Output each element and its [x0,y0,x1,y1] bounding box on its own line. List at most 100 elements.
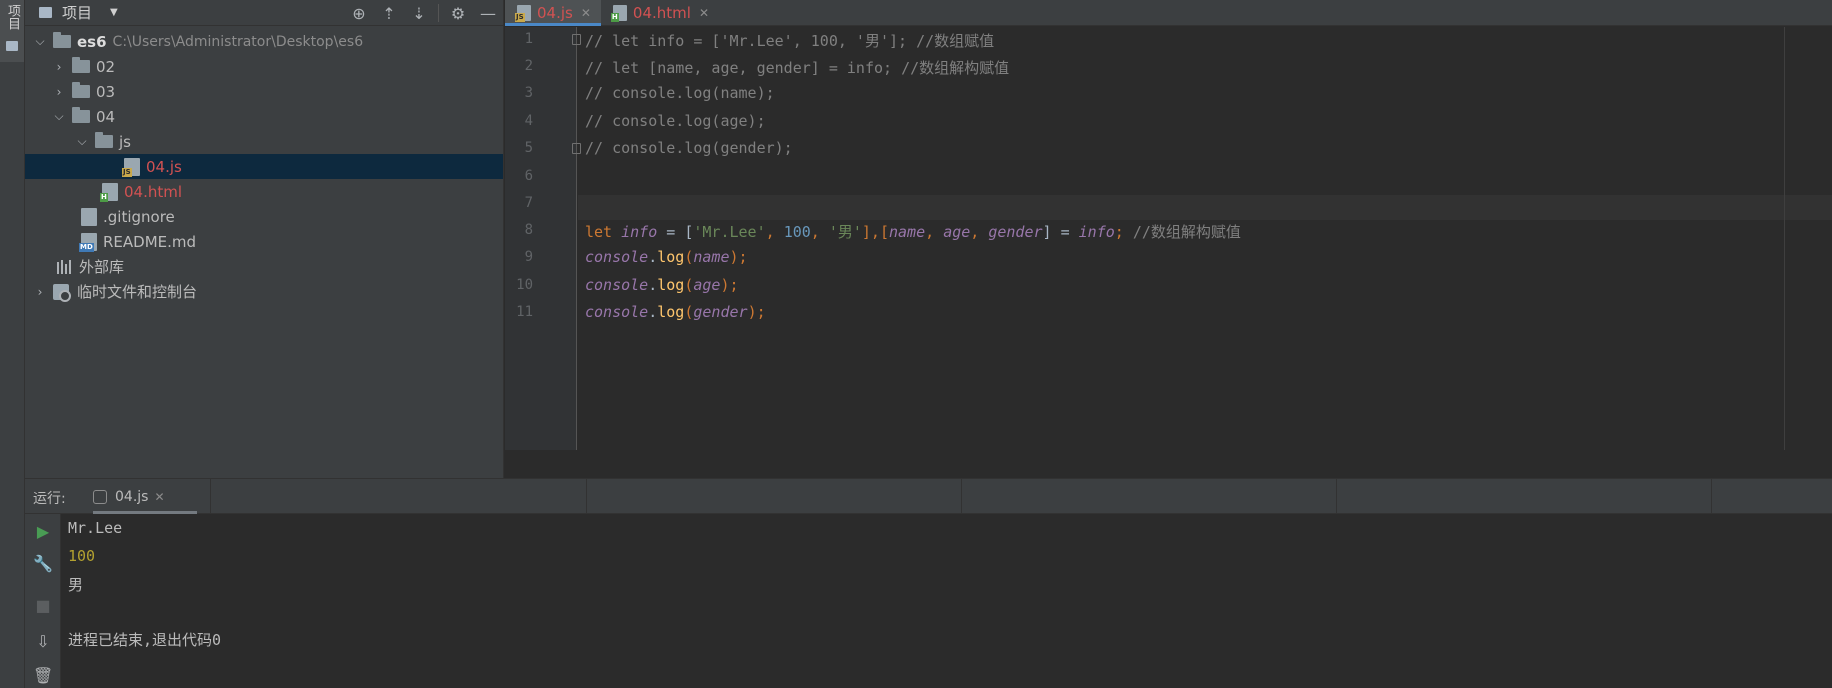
editor-tab-04-js[interactable]: JS 04.js ✕ [505,0,601,26]
js-file-icon: JS [515,5,531,22]
token-variable: age [693,276,721,294]
token-variable: gender [988,223,1043,241]
tree-node-label: js [119,132,131,151]
token-variable: name [693,248,730,266]
tree-node-04-js[interactable]: JS 04.js [25,154,503,179]
fold-marker-icon[interactable] [572,34,581,45]
js-file-icon: JS [122,157,140,177]
wrench-icon[interactable]: 🔧 [33,554,53,574]
project-tool-tab-label: 项目 [5,4,20,30]
token-object: console [585,303,649,321]
project-panel-title[interactable]: 项目 [62,2,92,23]
token-variable: info [621,223,658,241]
run-toolbar: ▶ 🔧 ■ ⇩ 🗑 [25,514,61,688]
tree-node-03[interactable]: › 03 [25,79,503,104]
chevron-right-icon[interactable]: › [52,85,66,99]
divider [586,479,587,514]
tree-node-04[interactable]: ⌵ 04 [25,104,503,129]
console-output[interactable]: Mr.Lee 100 男 进程已结束,退出代码0 [62,514,1832,688]
token-function: log [657,276,685,294]
html-file-icon: H [610,5,627,22]
token-punctuation: ) [720,276,730,294]
tree-node-readme[interactable]: MD README.md [25,229,503,254]
line-number-gutter: 1 2 3 4 5 6 7 8 9 10 11 [505,27,581,450]
trash-icon[interactable]: 🗑 [33,666,53,686]
chevron-down-icon[interactable]: ⌵ [52,109,66,124]
close-icon[interactable]: ✕ [581,6,591,20]
run-tab-04-js[interactable]: 04.js ✕ [77,479,205,514]
tab-label: 04.js [537,4,573,22]
line-number: 10 [516,277,533,293]
project-panel-header: 项目 ▼ ⊕ ⇡ ⇣ ⚙ — [25,0,503,26]
console-line: Mr.Lee [68,519,123,537]
line-number: 6 [524,168,533,184]
scroll-to-end-icon[interactable]: ⇩ [33,632,53,652]
gitignore-file-icon [81,207,97,226]
chevron-down-icon[interactable]: ⌵ [75,134,89,149]
folder-icon [6,41,18,51]
tree-node-label: 04.js [146,157,182,176]
token-punctuation: . [648,276,658,294]
divider [1336,479,1337,514]
hide-panel-icon[interactable]: — [473,4,503,23]
token-punctuation: , [765,223,784,241]
expand-all-icon[interactable]: ⇡ [374,4,404,23]
line-number: 3 [524,85,533,101]
gear-icon[interactable]: ⚙ [443,4,473,23]
collapse-all-icon[interactable]: ⇣ [404,4,434,23]
tree-node-path: C:\Users\Administrator\Desktop\es6 [112,33,364,50]
locate-file-icon[interactable]: ⊕ [344,4,374,23]
tree-node-js[interactable]: ⌵ js [25,129,503,154]
token-object: console [585,276,649,294]
token-number: 100 [783,223,811,241]
token-variable: name [889,223,926,241]
divider [210,479,211,514]
line-number: 5 [524,140,533,156]
close-icon[interactable]: ✕ [699,6,709,20]
chevron-down-icon[interactable]: ▼ [110,7,118,18]
folder-icon [39,7,52,18]
console-line: 男 [68,576,84,594]
tree-node-es6[interactable]: ⌵ es6 C:\Users\Administrator\Desktop\es6 [25,29,503,54]
tree-node-label: 04 [96,107,116,126]
line-number: 2 [524,58,533,74]
chevron-right-icon[interactable]: › [52,60,66,74]
chevron-down-icon[interactable]: ⌵ [33,34,47,49]
code-line: // let info = ['Mr.Lee', 100, '男']; //数组… [585,32,995,50]
tree-node-02[interactable]: › 02 [25,54,503,79]
token-punctuation: ; [738,248,748,266]
close-icon[interactable]: ✕ [154,490,164,504]
tree-node-label: 外部库 [79,258,125,276]
editor-tab-04-html[interactable]: H 04.html ✕ [601,0,719,26]
stop-icon[interactable]: ■ [33,596,53,616]
code-line: // console.log(name); [585,84,775,102]
fold-marker-icon[interactable] [572,143,581,154]
rerun-icon[interactable]: ▶ [33,522,53,542]
tree-node-scratches[interactable]: › 临时文件和控制台 [25,279,503,304]
tree-node-label: 04.html [124,182,183,201]
run-tool-header: 运行: 04.js ✕ [25,478,1832,514]
token-punctuation: = [ [657,223,694,241]
token-object: console [585,248,649,266]
project-panel: 项目 ▼ ⊕ ⇡ ⇣ ⚙ — ⌵ es6 C:\Users\Administra… [25,0,504,478]
scratches-icon [53,283,71,302]
run-tab-label: 04.js [115,488,149,505]
code-line: let info = ['Mr.Lee', 100, '男'],[name, a… [585,221,1241,242]
tree-node-04-html[interactable]: H 04.html [25,179,503,204]
console-line: 进程已结束,退出代码0 [68,631,222,649]
chevron-right-icon[interactable]: › [33,285,47,299]
toolbar-divider [438,4,439,22]
markdown-file-icon: MD [79,232,97,252]
code-line: console.log(gender); [585,303,766,321]
token-punctuation: ) [747,303,757,321]
token-punctuation: ; [729,276,739,294]
code-editor[interactable]: 1 2 3 4 5 6 7 8 9 10 11 // let info = ['… [505,27,1832,450]
project-tool-tab[interactable]: 项目 [0,0,24,62]
left-tool-strip: 项目 [0,0,25,688]
tree-node-external-libraries[interactable]: 外部库 [25,254,503,279]
tree-node-gitignore[interactable]: .gitignore [25,204,503,229]
token-punctuation: . [648,303,658,321]
token-variable: age [943,223,971,241]
code-line: console.log(age); [585,276,739,294]
token-keyword: let [585,223,613,241]
